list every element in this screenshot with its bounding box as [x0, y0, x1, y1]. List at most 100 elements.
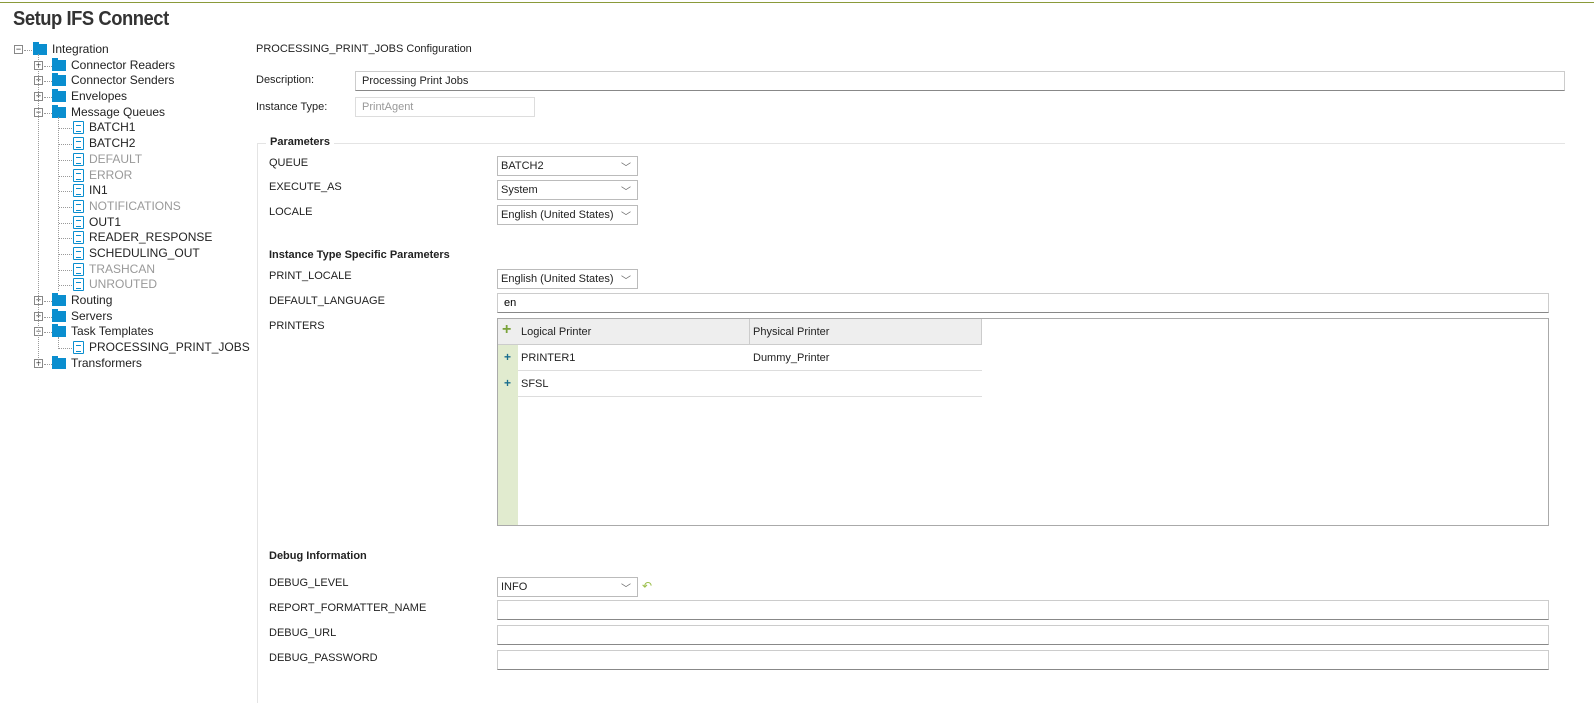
- tree-item-label: PROCESSING_PRINT_JOBS: [89, 340, 250, 355]
- document-icon: [73, 341, 84, 355]
- folder-icon: [52, 355, 66, 369]
- debug-url-label: DEBUG_URL: [269, 627, 337, 639]
- description-input[interactable]: Processing Print Jobs: [355, 71, 1565, 91]
- folder-icon: [52, 308, 66, 322]
- fieldset-border: [257, 143, 258, 703]
- tree-item-label: BATCH2: [89, 136, 136, 151]
- document-icon: [73, 168, 84, 182]
- tree-item-folder[interactable]: + Connector Senders: [14, 73, 254, 89]
- instance-type-input: PrintAgent: [355, 97, 535, 117]
- tree-item-label: ERROR: [89, 167, 133, 182]
- queue-label: QUEUE: [269, 157, 309, 169]
- execute-as-label: EXECUTE_AS: [269, 181, 342, 193]
- tree-item-folder[interactable]: − Message Queues: [14, 104, 254, 121]
- cell-logical[interactable]: SFSL: [518, 371, 549, 397]
- tree-item-document[interactable]: SCHEDULING_OUT: [14, 246, 254, 262]
- collapse-icon[interactable]: −: [14, 45, 23, 54]
- document-icon: [73, 278, 84, 292]
- default-language-label: DEFAULT_LANGUAGE: [269, 295, 385, 307]
- folder-icon: [52, 89, 66, 103]
- grid-header: + Logical Printer Physical Printer: [498, 319, 982, 345]
- specific-params-title: Instance Type Specific Parameters: [269, 249, 450, 261]
- printers-grid[interactable]: + Logical Printer Physical Printer PRINT…: [497, 318, 1549, 526]
- tree-item-label: Servers: [71, 308, 113, 323]
- tree-item-document[interactable]: TRASHCAN: [14, 262, 254, 278]
- cell-logical[interactable]: PRINTER1: [518, 345, 575, 371]
- tree-item-folder[interactable]: + Connector Readers: [14, 57, 254, 74]
- page-title: Setup IFS Connect: [13, 8, 169, 30]
- tree-item-label: READER_RESPONSE: [89, 230, 213, 245]
- tree-item-label: SCHEDULING_OUT: [89, 245, 200, 260]
- queue-select[interactable]: BATCH2 ﹀: [497, 156, 638, 176]
- tree-item-folder[interactable]: − Integration: [14, 42, 254, 58]
- printers-label: PRINTERS: [269, 320, 325, 332]
- tree-item-folder[interactable]: + Transformers: [14, 355, 254, 372]
- tree-item-document[interactable]: IN1: [14, 183, 254, 199]
- tree-item-label: Transformers: [71, 355, 142, 370]
- tree-item-document[interactable]: PROCESSING_PRINT_JOBS: [14, 340, 254, 356]
- table-row[interactable]: PRINTER1 Dummy_Printer: [518, 345, 982, 371]
- tree-item-document[interactable]: NOTIFICATIONS: [14, 199, 254, 215]
- column-header-logical[interactable]: Logical Printer: [518, 319, 750, 345]
- folder-icon: [52, 293, 66, 306]
- debug-password-input[interactable]: [497, 650, 1549, 670]
- default-language-input[interactable]: en: [497, 293, 1549, 313]
- folder-icon: [52, 73, 66, 87]
- expand-row-icon[interactable]: +: [504, 350, 511, 364]
- chevron-down-icon: ﹀: [621, 584, 631, 595]
- tree-item-label: IN1: [89, 183, 108, 198]
- chevron-down-icon: ﹀: [621, 276, 631, 287]
- column-header-physical[interactable]: Physical Printer: [750, 319, 982, 345]
- description-label: Description:: [256, 74, 315, 86]
- add-row-icon[interactable]: +: [502, 322, 511, 338]
- folder-icon: [52, 104, 66, 118]
- document-icon: [73, 231, 84, 245]
- tree-item-document[interactable]: ERROR: [14, 168, 254, 184]
- tree-item-document[interactable]: BATCH2: [14, 136, 254, 152]
- execute-as-select[interactable]: System ﹀: [497, 180, 638, 200]
- tree-item-document[interactable]: UNROUTED: [14, 277, 254, 293]
- tree-item-document[interactable]: READER_RESPONSE: [14, 230, 254, 246]
- tree-item-folder[interactable]: + Routing: [14, 293, 254, 309]
- table-row[interactable]: SFSL: [518, 371, 982, 397]
- report-formatter-input[interactable]: [497, 600, 1549, 620]
- debug-url-input[interactable]: [497, 625, 1549, 645]
- cell-physical[interactable]: Dummy_Printer: [750, 345, 829, 371]
- locale-value: English (United States): [501, 209, 614, 221]
- tree-item-document[interactable]: DEFAULT: [14, 152, 254, 168]
- document-icon: [73, 121, 84, 135]
- reset-icon[interactable]: ↶: [642, 579, 652, 593]
- print-locale-select[interactable]: English (United States) ﹀: [497, 269, 638, 289]
- tree-item-document[interactable]: OUT1: [14, 215, 254, 231]
- print-locale-value: English (United States): [501, 273, 614, 285]
- document-icon: [73, 152, 84, 166]
- tree-item-label: Integration: [52, 42, 109, 56]
- debug-level-select[interactable]: INFO ﹀: [497, 577, 638, 597]
- tree-item-folder[interactable]: − Task Templates: [14, 324, 254, 340]
- folder-icon: [52, 57, 66, 71]
- instance-type-label: Instance Type:: [256, 101, 328, 113]
- expand-row-icon[interactable]: +: [504, 376, 511, 390]
- top-border: [0, 2, 1594, 3]
- locale-select[interactable]: English (United States) ﹀: [497, 205, 638, 225]
- tree-item-label: Message Queues: [71, 104, 166, 119]
- tree-item-label: Task Templates: [71, 324, 154, 339]
- tree-item-folder[interactable]: + Envelopes: [14, 89, 254, 105]
- config-heading: PROCESSING_PRINT_JOBS Configuration: [256, 43, 472, 55]
- debug-password-label: DEBUG_PASSWORD: [269, 652, 378, 664]
- tree-item-label: UNROUTED: [89, 277, 157, 292]
- navigation-tree[interactable]: − Integration + Connector Readers + Connector…: [14, 42, 254, 371]
- parameters-title: Parameters: [266, 136, 334, 148]
- document-icon: [73, 246, 84, 260]
- document-icon: [73, 199, 84, 213]
- folder-icon: [33, 42, 47, 55]
- tree-item-label: NOTIFICATIONS: [89, 198, 181, 213]
- tree-item-label: OUT1: [89, 214, 122, 229]
- tree-item-document[interactable]: BATCH1: [14, 120, 254, 136]
- debug-title: Debug Information: [269, 550, 367, 562]
- debug-level-value: INFO: [501, 581, 528, 593]
- tree-item-label: BATCH1: [89, 120, 136, 135]
- chevron-down-icon: ﹀: [621, 212, 631, 223]
- tree-item-label: Connector Readers: [71, 57, 176, 72]
- tree-item-folder[interactable]: + Servers: [14, 308, 254, 325]
